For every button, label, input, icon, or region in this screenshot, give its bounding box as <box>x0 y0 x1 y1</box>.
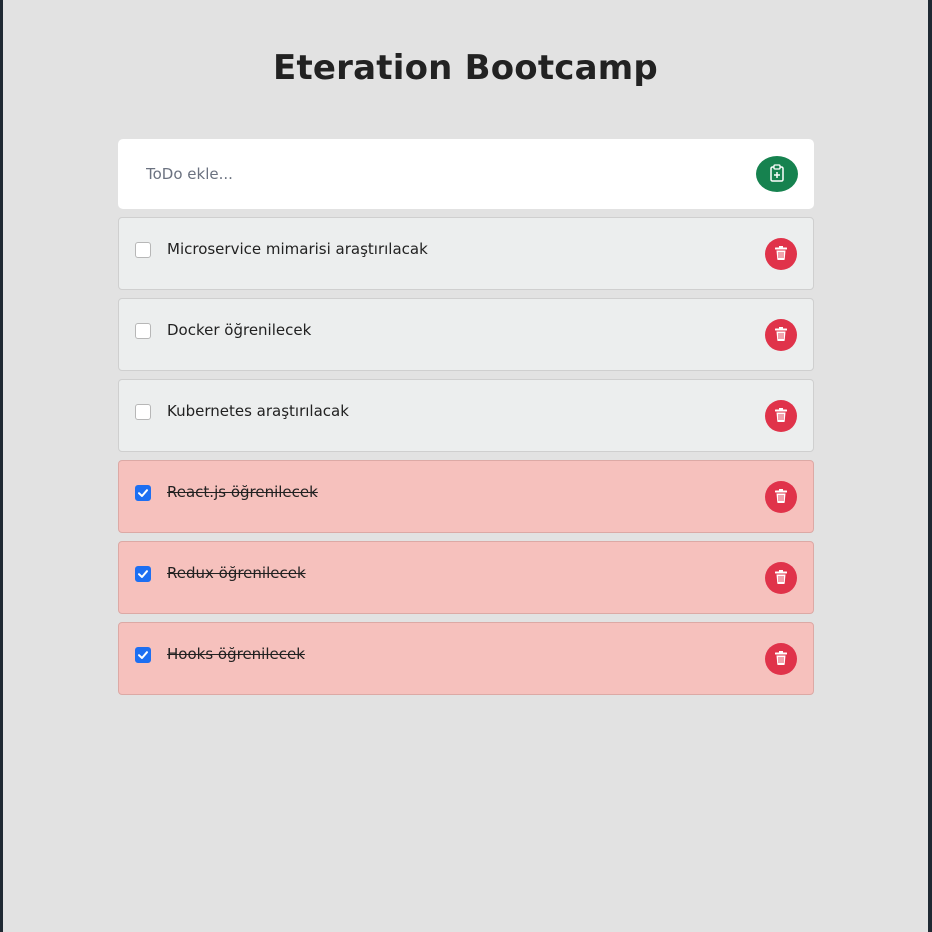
todo-checkbox[interactable] <box>135 404 151 420</box>
check-icon <box>138 489 148 497</box>
todo-checkbox[interactable] <box>135 647 151 663</box>
todo-text: Kubernetes araştırılacak <box>167 402 349 420</box>
todo-text: Hooks öğrenilecek <box>167 645 305 663</box>
delete-todo-button[interactable] <box>765 319 797 351</box>
todo-checkbox[interactable] <box>135 323 151 339</box>
todo-input[interactable] <box>132 151 746 197</box>
check-icon <box>138 651 148 659</box>
todo-text: React.js öğrenilecek <box>167 483 318 501</box>
check-icon <box>138 570 148 578</box>
trash-icon <box>775 407 787 425</box>
app-container: Eteration Bootcamp Microservice mimarisi… <box>3 0 928 932</box>
trash-icon <box>775 650 787 668</box>
add-todo-button[interactable] <box>756 156 798 192</box>
todo-item: Kubernetes araştırılacak <box>118 379 814 452</box>
todo-item: React.js öğrenilecek <box>118 460 814 533</box>
todo-text: Docker öğrenilecek <box>167 321 312 339</box>
clipboard-plus-icon <box>769 163 785 185</box>
todo-checkbox[interactable] <box>135 566 151 582</box>
trash-icon <box>775 488 787 506</box>
trash-icon <box>775 569 787 587</box>
trash-icon <box>775 245 787 263</box>
todo-text: Redux öğrenilecek <box>167 564 306 582</box>
todo-input-card <box>118 139 814 209</box>
todo-item: Redux öğrenilecek <box>118 541 814 614</box>
delete-todo-button[interactable] <box>765 400 797 432</box>
todo-checkbox[interactable] <box>135 485 151 501</box>
delete-todo-button[interactable] <box>765 481 797 513</box>
delete-todo-button[interactable] <box>765 643 797 675</box>
page-title: Eteration Bootcamp <box>273 48 658 88</box>
todo-item: Docker öğrenilecek <box>118 298 814 371</box>
trash-icon <box>775 326 787 344</box>
todo-text: Microservice mimarisi araştırılacak <box>167 240 428 258</box>
todo-item: Hooks öğrenilecek <box>118 622 814 695</box>
delete-todo-button[interactable] <box>765 238 797 270</box>
todo-checkbox[interactable] <box>135 242 151 258</box>
delete-todo-button[interactable] <box>765 562 797 594</box>
todo-item: Microservice mimarisi araştırılacak <box>118 217 814 290</box>
